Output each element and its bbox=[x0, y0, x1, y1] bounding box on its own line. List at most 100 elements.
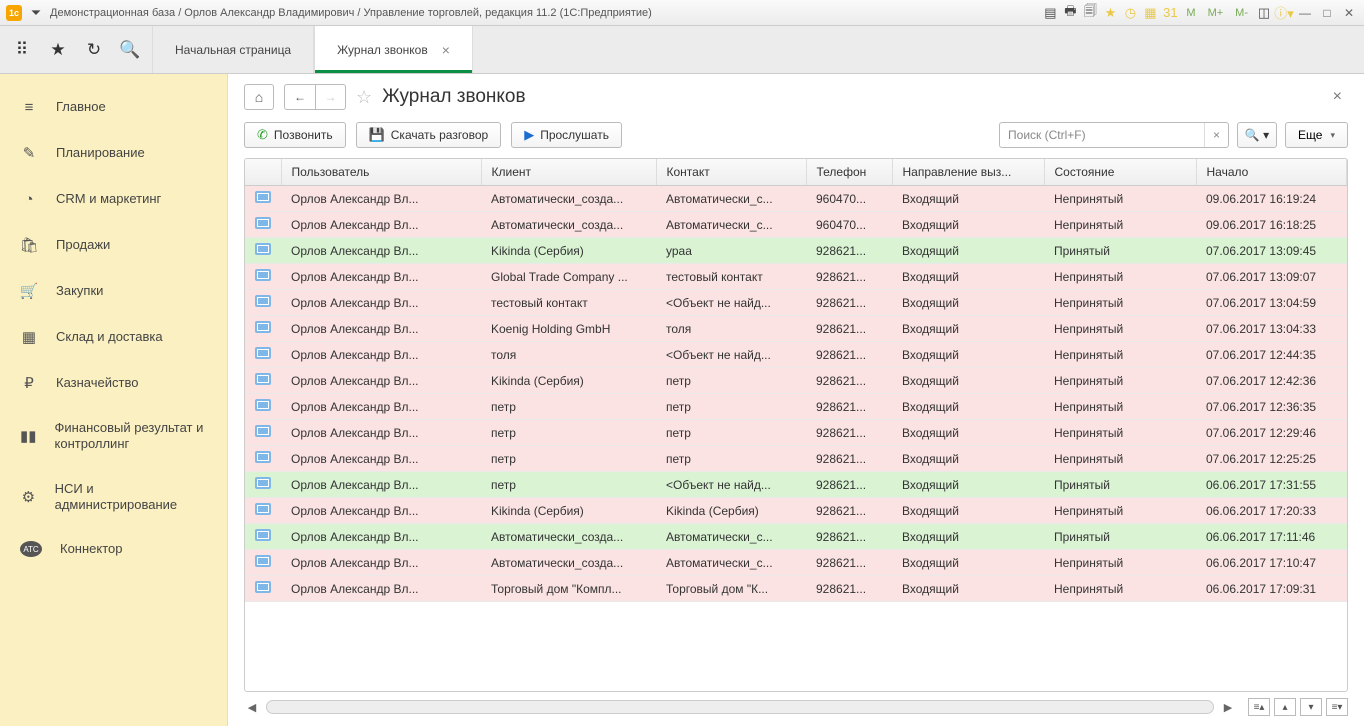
dropdown-icon[interactable]: ⏷ bbox=[28, 5, 44, 21]
page-header: ⌂ ← → ☆ Журнал звонков × bbox=[228, 74, 1364, 110]
cell-start: 07.06.2017 12:42:36 bbox=[1196, 368, 1347, 394]
row-up-button[interactable]: ▴ bbox=[1274, 698, 1296, 716]
table-row[interactable]: Орлов Александр Вл...тестовый контакт<Об… bbox=[245, 290, 1347, 316]
table-row[interactable]: Орлов Александр Вл...Автоматически_созда… bbox=[245, 524, 1347, 550]
download-button[interactable]: 💾 Скачать разговор bbox=[356, 122, 502, 148]
col-icon[interactable] bbox=[245, 159, 281, 186]
m-minus-button[interactable]: M- bbox=[1231, 6, 1252, 20]
row-down-button[interactable]: ▾ bbox=[1300, 698, 1322, 716]
tb-icon-1[interactable]: ▤ bbox=[1042, 5, 1058, 21]
close-window-button[interactable]: ✕ bbox=[1340, 5, 1358, 21]
row-status-icon bbox=[245, 316, 281, 342]
tb-icon-3[interactable]: 🗐 bbox=[1082, 5, 1098, 21]
tb-icon-2[interactable]: 🖶 bbox=[1062, 5, 1078, 21]
table-row[interactable]: Орлов Александр Вл...Автоматически_созда… bbox=[245, 550, 1347, 576]
tab-close-icon[interactable]: × bbox=[442, 42, 450, 58]
cell-user: Орлов Александр Вл... bbox=[281, 186, 481, 212]
cell-state: Непринятый bbox=[1044, 498, 1196, 524]
back-button[interactable]: ← bbox=[285, 85, 315, 109]
sidebar-item-9[interactable]: АТСКоннектор bbox=[0, 527, 227, 571]
tb-star-icon[interactable]: ★ bbox=[1102, 5, 1118, 21]
col-direction[interactable]: Направление выз... bbox=[892, 159, 1044, 186]
play-button[interactable]: ▶ Прослушать bbox=[511, 122, 622, 148]
table-row[interactable]: Орлов Александр Вл...петрпетр928621...Вх… bbox=[245, 394, 1347, 420]
table-row[interactable]: Орлов Александр Вл...Автоматически_созда… bbox=[245, 186, 1347, 212]
table-row[interactable]: Орлов Александр Вл...толя<Объект не найд… bbox=[245, 342, 1347, 368]
sidebar-item-6[interactable]: ₽Казначейство bbox=[0, 360, 227, 406]
save-icon: 💾 bbox=[369, 127, 385, 143]
sidebar-item-3[interactable]: 🛍Продажи bbox=[0, 222, 227, 268]
page-star-icon[interactable]: ☆ bbox=[356, 87, 372, 108]
cell-state: Непринятый bbox=[1044, 394, 1196, 420]
sidebar-item-4[interactable]: 🛒Закупки bbox=[0, 268, 227, 314]
col-start[interactable]: Начало bbox=[1196, 159, 1347, 186]
table-row[interactable]: Орлов Александр Вл...Global Trade Compan… bbox=[245, 264, 1347, 290]
table-row[interactable]: Орлов Александр Вл...петр<Объект не найд… bbox=[245, 472, 1347, 498]
cell-user: Орлов Александр Вл... bbox=[281, 472, 481, 498]
row-status-icon bbox=[245, 576, 281, 602]
sidebar-item-1[interactable]: ✎Планирование bbox=[0, 130, 227, 176]
cell-client: петр bbox=[481, 446, 656, 472]
home-button[interactable]: ⌂ bbox=[244, 84, 274, 110]
tab-call-log[interactable]: Журнал звонков × bbox=[314, 26, 473, 73]
sidebar-item-5[interactable]: ▦Склад и доставка bbox=[0, 314, 227, 360]
table-row[interactable]: Орлов Александр Вл...Kikinda (Сербия)Kik… bbox=[245, 498, 1347, 524]
sidebar-item-7[interactable]: ▮▮Финансовый результат и контроллинг bbox=[0, 406, 227, 467]
favorites-icon[interactable]: ★ bbox=[40, 26, 76, 74]
cell-contact: тестовый контакт bbox=[656, 264, 806, 290]
scroll-right-button[interactable]: ▶ bbox=[1220, 699, 1236, 715]
h-scrollbar[interactable] bbox=[266, 700, 1214, 714]
table-row[interactable]: Орлов Александр Вл...петрпетр928621...Вх… bbox=[245, 420, 1347, 446]
tb-info-icon[interactable]: ⓘ▾ bbox=[1276, 5, 1292, 21]
row-status-icon bbox=[245, 446, 281, 472]
tb-calc-icon[interactable]: ▦ bbox=[1142, 5, 1158, 21]
forward-button[interactable]: → bbox=[315, 85, 345, 109]
search-icon[interactable]: 🔍 bbox=[112, 26, 148, 74]
table-row[interactable]: Орлов Александр Вл...Kikinda (Сербия)ура… bbox=[245, 238, 1347, 264]
col-client[interactable]: Клиент bbox=[481, 159, 656, 186]
chevron-down-icon: ▾ bbox=[1330, 130, 1335, 141]
filter-button[interactable]: 🔍 ▾ bbox=[1237, 122, 1277, 148]
tab-home-label: Начальная страница bbox=[175, 43, 291, 57]
cell-user: Орлов Александр Вл... bbox=[281, 368, 481, 394]
maximize-button[interactable]: □ bbox=[1318, 5, 1336, 21]
tb-cal-icon[interactable]: 31 bbox=[1162, 5, 1178, 21]
goto-top-button[interactable]: ≡▴ bbox=[1248, 698, 1270, 716]
page-title: Журнал звонков bbox=[382, 86, 525, 108]
more-button[interactable]: Еще ▾ bbox=[1285, 122, 1348, 148]
sidebar-item-8[interactable]: ⚙НСИ и администрирование bbox=[0, 467, 227, 528]
sidebar-item-0[interactable]: ≡Главное bbox=[0, 84, 227, 130]
tb-panel-icon[interactable]: ◫ bbox=[1256, 5, 1272, 21]
table-row[interactable]: Орлов Александр Вл...Торговый дом "Компл… bbox=[245, 576, 1347, 602]
cell-direction: Входящий bbox=[892, 472, 1044, 498]
goto-bottom-button[interactable]: ≡▾ bbox=[1326, 698, 1348, 716]
sidebar-item-2[interactable]: ◔CRM и маркетинг bbox=[0, 176, 227, 222]
col-state[interactable]: Состояние bbox=[1044, 159, 1196, 186]
play-icon: ▶ bbox=[524, 127, 534, 143]
sidebar-icon: ◔ bbox=[20, 190, 38, 208]
search-clear-button[interactable]: × bbox=[1204, 123, 1228, 147]
call-button[interactable]: ✆ Позвонить bbox=[244, 122, 346, 148]
history-icon[interactable]: ↻ bbox=[76, 26, 112, 74]
table-row[interactable]: Орлов Александр Вл...Kikinda (Сербия)пет… bbox=[245, 368, 1347, 394]
m-plus-button[interactable]: M+ bbox=[1204, 6, 1228, 20]
col-contact[interactable]: Контакт bbox=[656, 159, 806, 186]
cell-user: Орлов Александр Вл... bbox=[281, 498, 481, 524]
col-user[interactable]: Пользователь bbox=[281, 159, 481, 186]
table-row[interactable]: Орлов Александр Вл...петрпетр928621...Вх… bbox=[245, 446, 1347, 472]
tb-clock-icon[interactable]: ◷ bbox=[1122, 5, 1138, 21]
scroll-left-button[interactable]: ◀ bbox=[244, 699, 260, 715]
search-input[interactable] bbox=[1000, 123, 1204, 147]
cell-state: Непринятый bbox=[1044, 420, 1196, 446]
col-phone[interactable]: Телефон bbox=[806, 159, 892, 186]
table-row[interactable]: Орлов Александр Вл...Автоматически_созда… bbox=[245, 212, 1347, 238]
minimize-button[interactable]: — bbox=[1296, 5, 1314, 21]
cell-user: Орлов Александр Вл... bbox=[281, 524, 481, 550]
m-button[interactable]: M bbox=[1182, 6, 1199, 20]
cell-direction: Входящий bbox=[892, 420, 1044, 446]
close-page-button[interactable]: × bbox=[1333, 88, 1348, 106]
tab-home[interactable]: Начальная страница bbox=[152, 26, 314, 73]
table-row[interactable]: Орлов Александр Вл...Koenig Holding GmbH… bbox=[245, 316, 1347, 342]
apps-icon[interactable]: ⠿ bbox=[4, 26, 40, 74]
row-status-icon bbox=[245, 498, 281, 524]
